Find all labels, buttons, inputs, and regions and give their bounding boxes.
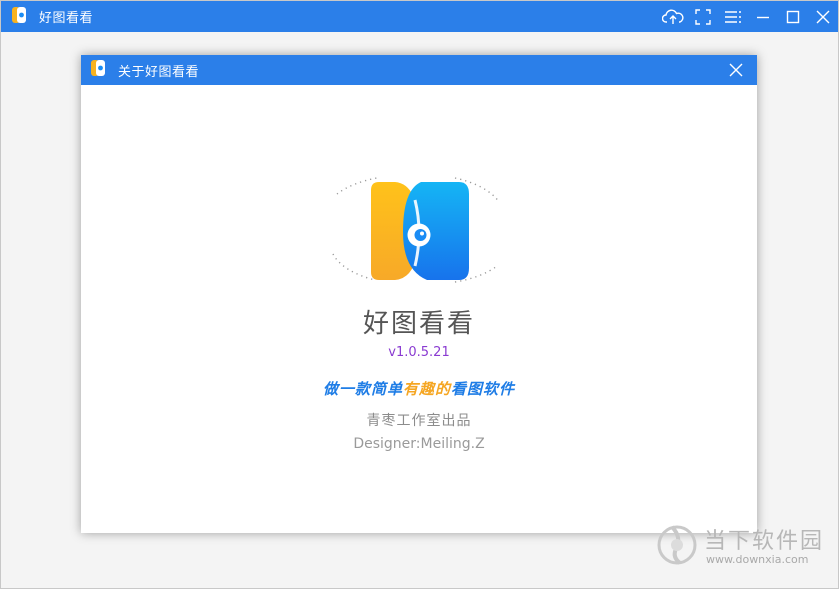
cloud-upload-button[interactable] <box>658 1 688 32</box>
fullscreen-icon <box>695 8 711 25</box>
minimize-button[interactable] <box>748 1 778 32</box>
close-button[interactable] <box>808 1 838 32</box>
about-dialog-title: 关于好图看看 <box>118 64 200 80</box>
about-dialog-titlebar[interactable]: 关于好图看看 <box>81 55 757 85</box>
watermark-en: www.downxia.com <box>706 553 809 566</box>
watermark-cn: 当下软件园 <box>704 529 825 554</box>
studio-credit: 青枣工作室出品 <box>366 413 472 429</box>
downxia-logo-icon <box>657 525 697 565</box>
designer-credit: Designer:Meiling.Z <box>353 436 485 452</box>
fullscreen-button[interactable] <box>688 1 718 32</box>
slogan-part-a: 做一款简单 <box>322 380 403 398</box>
version-label: v1.0.5.21 <box>388 345 450 360</box>
maximize-button[interactable] <box>778 1 808 32</box>
about-dialog: 关于好图看看 好图看看 v1.0.5.21 做一款简单有趣的看图软件 青枣工作室… <box>81 55 757 533</box>
app-logo-icon <box>332 177 500 283</box>
slogan-part-b: 有趣的 <box>402 380 451 398</box>
main-window-title: 好图看看 <box>39 11 94 26</box>
minimize-icon <box>757 16 769 18</box>
slogan: 做一款简单有趣的看图软件 <box>81 378 757 399</box>
watermark: 当下软件园 www.downxia.com <box>656 521 828 569</box>
menu-button[interactable] <box>718 1 748 32</box>
about-dialog-close-button[interactable] <box>721 55 751 85</box>
cloud-upload-icon <box>662 9 684 24</box>
menu-icon <box>725 10 741 23</box>
close-icon <box>729 63 743 77</box>
close-icon <box>816 10 830 23</box>
slogan-part-c: 看图软件 <box>451 380 516 398</box>
main-titlebar[interactable]: 好图看看 <box>1 1 838 32</box>
about-app-name: 好图看看 <box>362 309 475 339</box>
app-logo-icon <box>11 6 27 28</box>
maximize-icon <box>786 10 800 23</box>
app-logo-large <box>327 174 505 290</box>
app-logo-icon <box>90 59 106 81</box>
window-controls <box>658 1 838 32</box>
